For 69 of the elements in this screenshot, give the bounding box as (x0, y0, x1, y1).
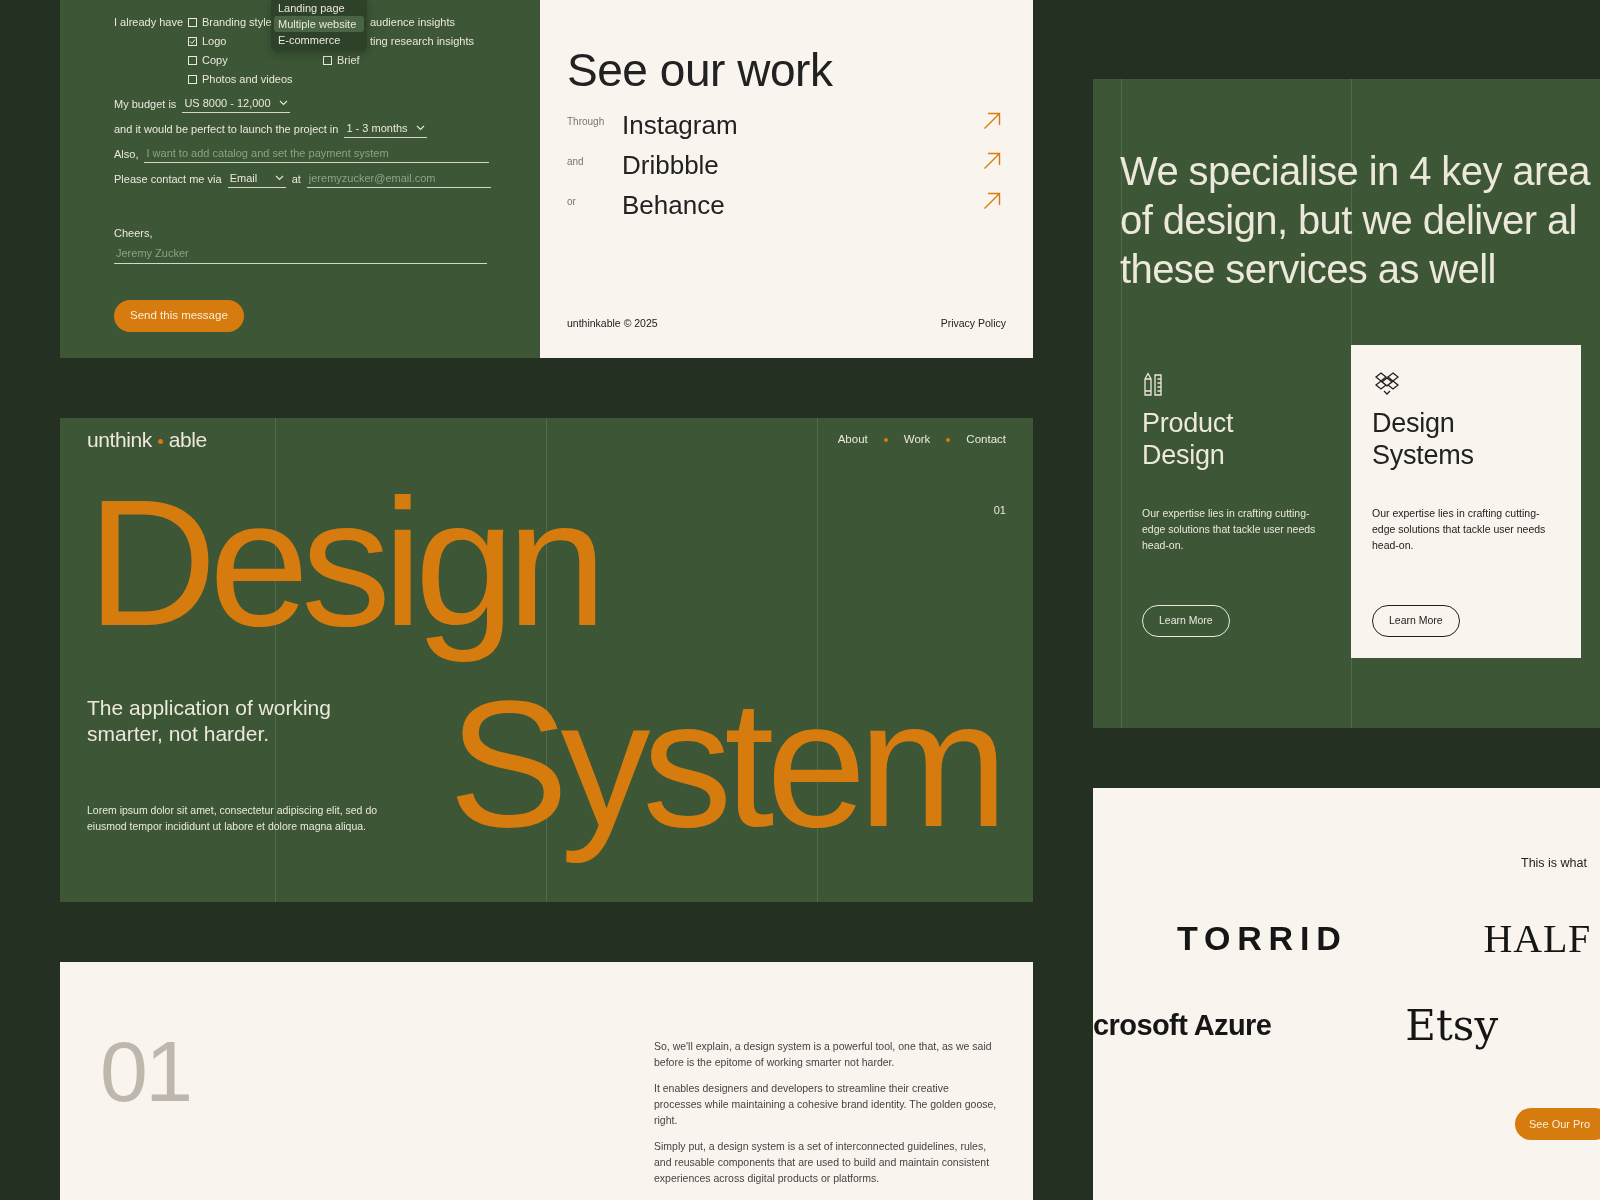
option-label: Copy (202, 53, 228, 69)
card-description: Our expertise lies in crafting cutting-edge solutions that tackle user needs head-on. (1142, 506, 1317, 553)
closing-text: Cheers, (114, 226, 153, 241)
body-text: Lorem ipsum dolor sit amet, consectetur adipiscing elit, sed do eiusmod tempor incididunt ut labore et dolore magna aliqua. (87, 803, 379, 834)
chevron-icon (415, 125, 425, 131)
heading-line: We specialise in 4 key area (1120, 148, 1592, 195)
privacy-link[interactable]: Privacy Policy (940, 316, 1006, 332)
checkbox[interactable] (323, 56, 332, 65)
chevron-icon (278, 100, 288, 106)
budget-select[interactable]: US 8000 - 12,000 (182, 96, 290, 113)
headline: System (448, 662, 1000, 866)
form-label: Please contact me via (114, 172, 222, 188)
paragraph: So, we'll explain, a design system is a powerful tool, one that, as we said before is the epitome of working smarter not harder. (654, 1039, 993, 1070)
link-prefix: Through (567, 115, 606, 129)
section-title: See our work (567, 44, 834, 96)
checkbox[interactable] (188, 75, 197, 84)
arrow-icon (983, 192, 1001, 210)
checkbox[interactable] (188, 56, 197, 65)
nav-dot (883, 438, 888, 442)
email-field[interactable]: jeremyzucker@email.com (306, 171, 491, 188)
social-link[interactable]: Dribbble (622, 150, 719, 180)
client-logo: crosoft Azure (1093, 1008, 1272, 1043)
arrow-icon (983, 152, 1001, 170)
logo[interactable]: unthink able (87, 424, 207, 456)
card-title: Design Systems (1372, 407, 1475, 471)
copyright-text: unthinkable © 2025 (567, 316, 658, 332)
heading-line: these services as well (1120, 246, 1497, 293)
contact-select[interactable]: Email (227, 171, 286, 188)
tagline: The application of working smarter, not harder. (87, 695, 332, 747)
nav-link[interactable]: Contact (966, 431, 1006, 449)
dropdown-item[interactable]: E-commerce (274, 32, 364, 48)
checkbox[interactable] (188, 18, 197, 27)
client-logo: TORRID (1177, 918, 1348, 960)
page-number: 01 (993, 503, 1006, 518)
option-label: audience insights (370, 15, 455, 31)
card-description: Our expertise lies in crafting cutting-edge solutions that tackle user needs head-on. (1372, 506, 1547, 553)
nav-link[interactable]: About (837, 431, 868, 449)
card-title: Product Design (1142, 407, 1235, 471)
form-label: and it would be perfect to launch the project in (114, 122, 339, 138)
headline: Design (87, 461, 599, 665)
link-prefix: and (567, 155, 585, 169)
nav-link[interactable]: Work (903, 431, 931, 449)
checkbox[interactable] (188, 37, 197, 46)
section-number: 01 (100, 1028, 191, 1121)
client-logo: HALF (1483, 914, 1592, 963)
social-link[interactable]: Instagram (622, 110, 738, 140)
heading-line: of design, but we deliver al (1120, 197, 1578, 244)
social-link[interactable]: Behance (622, 190, 725, 220)
option-label: Brief (337, 53, 360, 69)
form-label: Also, (114, 147, 139, 163)
timeline-select[interactable]: 1 - 3 months (344, 121, 427, 138)
paragraph: Simply put, a design system is a set of interconnected guidelines, rules, and reusable components that are used to build and maintain consistent experiences across digital products or platforms. (654, 1139, 991, 1186)
nav-dot (946, 438, 951, 442)
client-logo: Etsy (1405, 1000, 1499, 1053)
form-label: at (291, 172, 301, 188)
form-label: I already have (114, 15, 185, 31)
dropdown-item[interactable]: Landing page (274, 0, 364, 16)
link-prefix: or (567, 195, 577, 209)
name-field[interactable]: Jeremy Zucker (114, 245, 487, 264)
form-label: My budget is (114, 97, 177, 113)
caption: This is what (1521, 855, 1587, 872)
dropdown-item[interactable]: Multiple website (274, 16, 364, 32)
option-label: Branding style (202, 15, 272, 31)
option-label: Photos and videos (202, 72, 293, 88)
option-label: Logo (202, 34, 227, 50)
arrow-icon (983, 112, 1001, 130)
option-label: ting research insights (370, 34, 474, 50)
chevron-icon (274, 175, 284, 181)
paragraph: It enables designers and developers to streamline their creative processes while maintaining a cohesive brand identity. The golden goose, right. (654, 1081, 998, 1128)
